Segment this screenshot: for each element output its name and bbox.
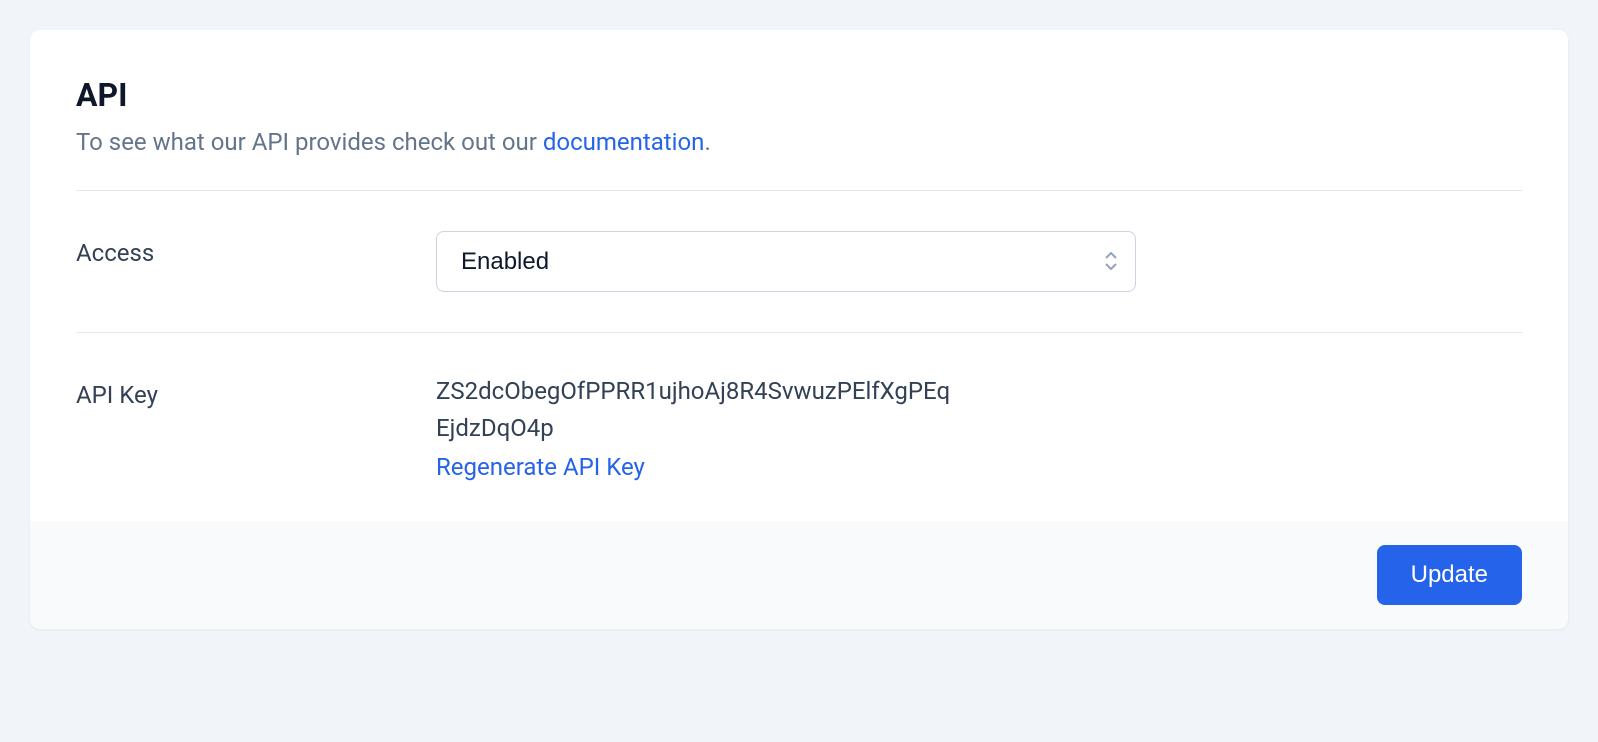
api-key-value-block: ZS2dcObegOfPPRR1ujhoAj8R4SvwuzPElfXgPEqE… (436, 373, 1136, 481)
access-row: Access Enabled (30, 191, 1568, 332)
access-value: Enabled (436, 231, 1136, 292)
page-subtitle: To see what our API provides check out o… (76, 126, 1522, 160)
card-footer: Update (30, 521, 1568, 629)
access-label: Access (76, 231, 436, 267)
documentation-link[interactable]: documentation (543, 128, 705, 156)
card-header: API To see what our API provides check o… (30, 30, 1568, 190)
api-settings-card: API To see what our API provides check o… (30, 30, 1568, 629)
regenerate-api-key-link[interactable]: Regenerate API Key (436, 453, 645, 481)
access-select[interactable]: Enabled (436, 231, 1136, 292)
page-title: API (76, 76, 1522, 114)
api-key-row: API Key ZS2dcObegOfPPRR1ujhoAj8R4SvwuzPE… (30, 333, 1568, 521)
subtitle-prefix: To see what our API provides check out o… (76, 128, 543, 156)
access-select-wrapper: Enabled (436, 231, 1136, 292)
subtitle-suffix: . (704, 128, 710, 156)
api-key-label: API Key (76, 373, 436, 409)
update-button[interactable]: Update (1377, 545, 1522, 605)
api-key-value: ZS2dcObegOfPPRR1ujhoAj8R4SvwuzPElfXgPEqE… (436, 373, 956, 447)
